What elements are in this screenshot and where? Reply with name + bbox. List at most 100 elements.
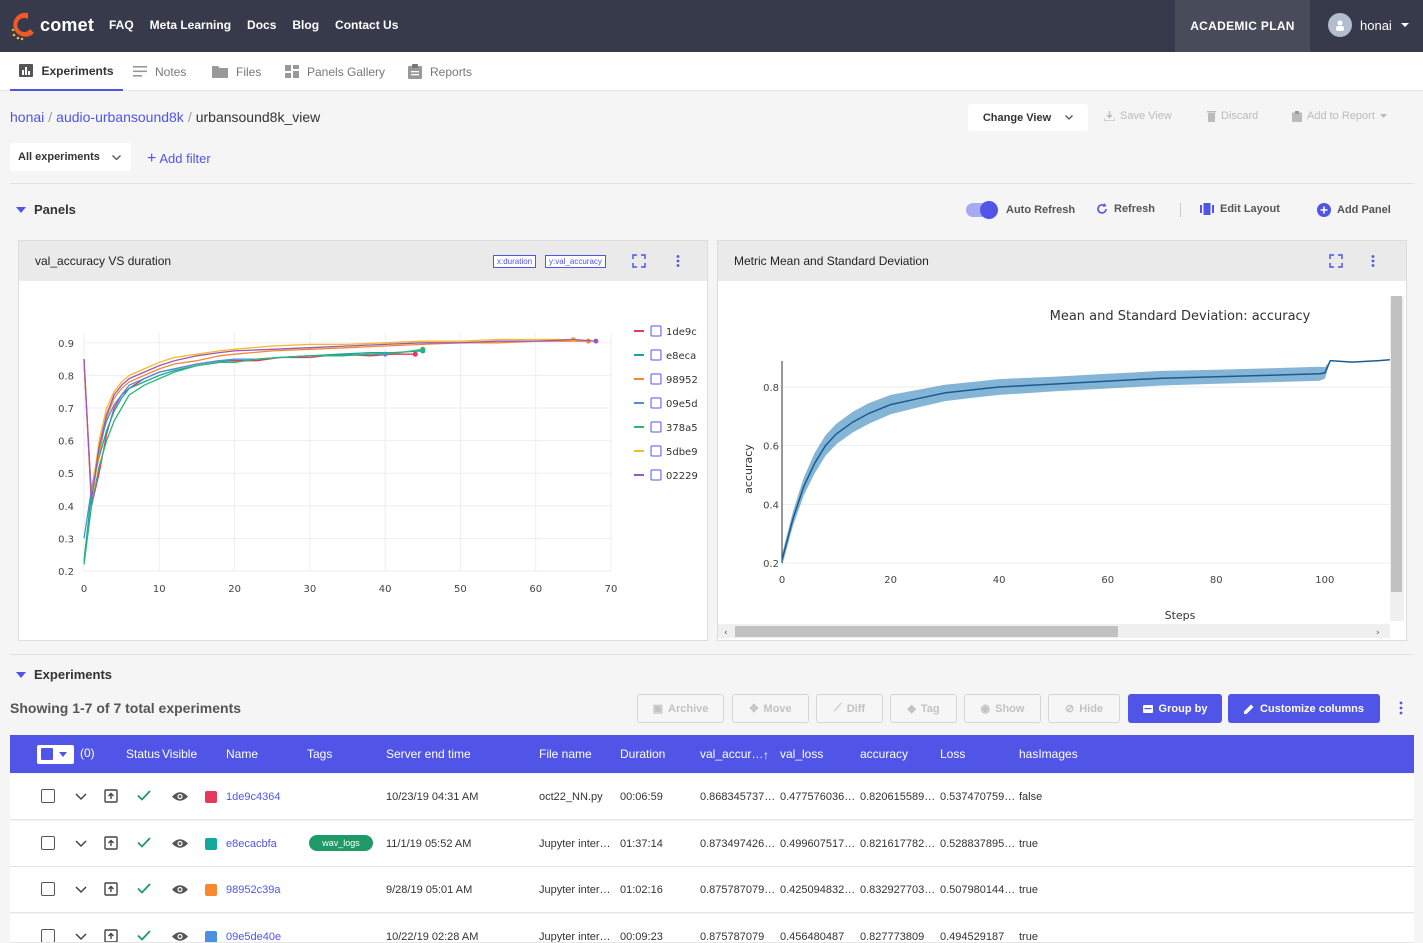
col-duration[interactable]: Duration xyxy=(620,747,665,761)
col-val-loss[interactable]: val_loss xyxy=(780,747,823,761)
tab-reports[interactable]: Reports xyxy=(408,52,472,91)
col-visible[interactable]: Visible xyxy=(162,747,197,761)
eye-icon[interactable] xyxy=(171,931,189,942)
nav-blog[interactable]: Blog xyxy=(292,18,319,32)
caret-down-icon xyxy=(16,671,26,678)
table-row[interactable]: 09e5de40e 10/22/19 02:28 AM Jupyter inte… xyxy=(10,914,1414,943)
experiment-name[interactable]: 1de9c4364 xyxy=(226,791,280,803)
tab-notes[interactable]: Notes xyxy=(133,52,186,91)
col-accuracy[interactable]: accuracy xyxy=(860,747,908,761)
col-has-images[interactable]: hasImages xyxy=(1019,747,1078,761)
val-accuracy-line-chart[interactable]: 0.2 0.3 0.4 0.5 0.6 0.7 0.8 0.9 0 10 20 30 40 50 60 70 1… xyxy=(19,281,707,639)
open-experiment-icon[interactable] xyxy=(104,789,118,803)
panels-section-toggle[interactable]: Panels xyxy=(16,202,76,217)
col-loss[interactable]: Loss xyxy=(940,747,965,761)
toggle-switch[interactable] xyxy=(966,201,998,219)
x-axis-tag[interactable]: x:duration xyxy=(493,255,537,268)
show-button[interactable]: ◉ Show xyxy=(964,694,1041,723)
eye-icon[interactable] xyxy=(171,884,189,895)
selected-count: (0) xyxy=(80,746,95,760)
experiment-color-swatch[interactable] xyxy=(205,931,217,942)
row-checkbox[interactable] xyxy=(41,929,55,942)
add-to-report-button[interactable]: Add to Report xyxy=(1292,110,1387,122)
edit-layout-button[interactable]: Edit Layout xyxy=(1200,203,1280,215)
nav-meta-learning[interactable]: Meta Learning xyxy=(150,18,231,32)
col-file-name[interactable]: File name xyxy=(539,747,592,761)
col-val-accuracy[interactable]: val_accur… xyxy=(700,747,763,761)
table-row[interactable]: 98952c39a 9/28/19 05:01 AM Jupyter inter… xyxy=(10,867,1414,913)
refresh-icon xyxy=(1097,203,1107,214)
experiment-name[interactable]: 09e5de40e xyxy=(226,931,281,942)
user-menu[interactable]: honai xyxy=(1328,13,1410,37)
comet-logo[interactable]: comet xyxy=(10,9,94,41)
experiments-section-toggle[interactable]: Experiments xyxy=(16,667,112,682)
hide-button[interactable]: ⊘ Hide xyxy=(1048,694,1120,723)
diff-button[interactable]: ⟋ Diff xyxy=(816,694,883,723)
more-vertical-icon[interactable] xyxy=(1399,701,1403,715)
chevron-down-icon[interactable] xyxy=(75,793,87,801)
mean-std-area-chart[interactable]: 0.2 0.4 0.6 0.8 0 20 40 60 80 100 Mean and Standar… xyxy=(718,281,1406,639)
legend-label: 09e5d xyxy=(666,399,698,410)
archive-button[interactable]: ▣ Archive xyxy=(637,694,724,723)
refresh-button[interactable]: Refresh xyxy=(1096,203,1155,215)
chevron-down-icon[interactable] xyxy=(75,886,87,894)
move-button[interactable]: ✥ Move xyxy=(732,694,809,723)
group-by-button[interactable]: Group by xyxy=(1128,694,1222,723)
legend-label: e8eca xyxy=(666,351,696,362)
auto-refresh-toggle[interactable]: Auto Refresh xyxy=(966,201,1075,219)
y-tick-label: 0.4 xyxy=(58,502,74,513)
expand-icon[interactable] xyxy=(1329,254,1343,268)
legend-experiment-icon xyxy=(650,373,662,385)
col-tags[interactable]: Tags xyxy=(307,747,332,761)
breadcrumb-workspace[interactable]: honai xyxy=(10,109,44,125)
chevron-down-icon[interactable] xyxy=(75,840,87,848)
experiment-name[interactable]: 98952c39a xyxy=(226,884,280,896)
academic-plan-button[interactable]: ACADEMIC PLAN xyxy=(1175,0,1310,52)
col-status[interactable]: Status xyxy=(126,747,160,761)
experiment-filter-select[interactable]: All experiments xyxy=(10,143,131,171)
nav-faq[interactable]: FAQ xyxy=(109,18,134,32)
customize-columns-button[interactable]: Customize columns xyxy=(1228,694,1380,723)
add-filter-button[interactable]: + Add filter xyxy=(147,150,211,168)
add-panel-button[interactable]: Add Panel xyxy=(1317,203,1391,217)
col-server-end-time[interactable]: Server end time xyxy=(386,747,471,761)
table-row[interactable]: e8ecacbfa wav_logs 11/1/19 05:52 AM Jupy… xyxy=(10,821,1414,867)
select-all-dropdown[interactable] xyxy=(37,745,74,764)
col-name[interactable]: Name xyxy=(226,747,258,761)
open-experiment-icon[interactable] xyxy=(104,929,118,943)
more-vertical-icon[interactable] xyxy=(671,254,685,268)
y-axis-label: accuracy xyxy=(742,444,755,494)
chevron-down-icon[interactable] xyxy=(75,933,87,941)
row-checkbox[interactable] xyxy=(41,789,55,803)
experiment-color-swatch[interactable] xyxy=(205,838,217,850)
has-images: true xyxy=(1019,838,1038,850)
y-axis-tag[interactable]: y:val_accuracy xyxy=(545,255,606,268)
experiment-name[interactable]: e8ecacbfa xyxy=(226,838,277,850)
more-vertical-icon[interactable] xyxy=(1366,254,1380,268)
nav-docs[interactable]: Docs xyxy=(247,18,276,32)
tag-button[interactable]: ◆ Tag xyxy=(890,694,957,723)
panel-val-accuracy-vs-duration: val_accuracy VS duration x:duration y:va… xyxy=(18,240,708,641)
expand-icon[interactable] xyxy=(632,254,646,268)
open-experiment-icon[interactable] xyxy=(104,882,118,896)
server-end-time: 11/1/19 05:52 AM xyxy=(386,838,472,850)
row-checkbox[interactable] xyxy=(41,882,55,896)
select-all-checkbox[interactable] xyxy=(41,748,53,760)
experiment-color-swatch[interactable] xyxy=(205,884,217,896)
tab-files[interactable]: Files xyxy=(212,52,261,91)
change-view-button[interactable]: Change View xyxy=(968,104,1088,131)
table-row[interactable]: 1de9c4364 10/23/19 04:31 AM oct22_NN.py … xyxy=(10,774,1414,820)
tag-badge[interactable]: wav_logs xyxy=(309,835,373,851)
nav-contact-us[interactable]: Contact Us xyxy=(335,18,398,32)
eye-icon[interactable] xyxy=(171,838,189,849)
save-view-button[interactable]: Save View xyxy=(1104,110,1172,122)
row-checkbox[interactable] xyxy=(41,836,55,850)
open-experiment-icon[interactable] xyxy=(104,836,118,850)
eye-icon[interactable] xyxy=(171,791,189,802)
experiment-color-swatch[interactable] xyxy=(205,791,217,803)
discard-button[interactable]: Discard xyxy=(1207,110,1258,122)
tab-experiments[interactable]: Experiments xyxy=(10,52,123,91)
breadcrumb-project[interactable]: audio-urbansound8k xyxy=(56,109,184,125)
show-label: Show xyxy=(995,702,1025,715)
tab-panels-gallery[interactable]: Panels Gallery xyxy=(285,52,385,91)
